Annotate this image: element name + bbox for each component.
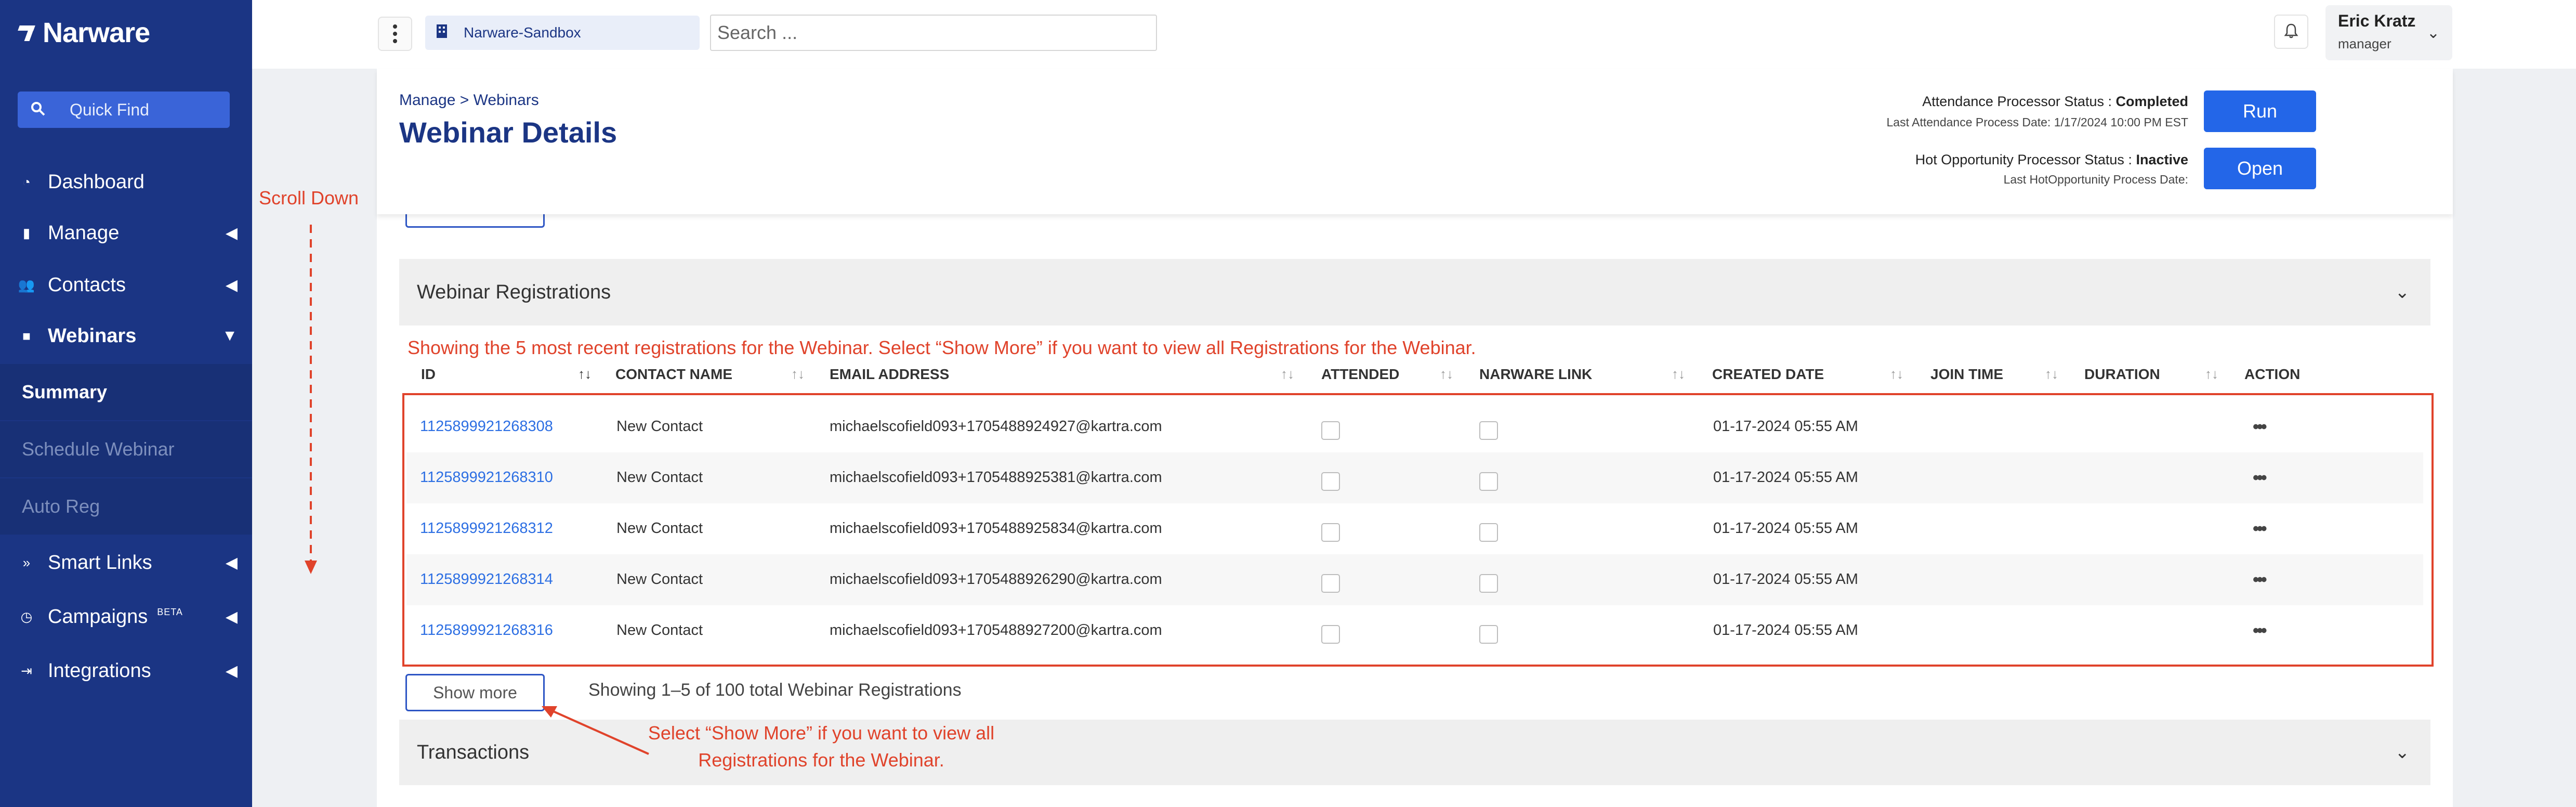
chevron-down-icon: ▼	[222, 327, 238, 344]
last-attendance-date: Last Attendance Process Date: 1/17/2024 …	[1886, 115, 2188, 129]
sign-in-icon: ⇥	[21, 662, 32, 679]
registrations-count: Showing 1–5 of 100 total Webinar Registr…	[588, 680, 962, 700]
webinar-registrations-header[interactable]: Webinar Registrations ⌄	[399, 259, 2430, 326]
sort-icon[interactable]: ↑↓	[2205, 366, 2218, 382]
more-menu-button[interactable]	[378, 17, 412, 51]
sidebar-item-label: Contacts	[48, 274, 126, 296]
logo-mark-icon	[16, 22, 36, 43]
chevron-left-icon: ◀	[225, 608, 238, 626]
sort-icon[interactable]: ↑↓	[578, 366, 592, 382]
column-header-contact-name[interactable]: CONTACT NAME	[615, 366, 732, 383]
double-chevron-icon: »	[22, 554, 31, 570]
notifications-button[interactable]	[2274, 15, 2308, 49]
highlight-box	[402, 393, 2434, 667]
quick-find-button[interactable]: Quick Find	[18, 92, 230, 128]
hot-status-label: Hot Opportunity Processor Status :	[1915, 152, 2132, 167]
chevron-down-icon: ⌄	[2395, 743, 2410, 762]
sidebar-item-label: Smart Links	[48, 551, 152, 574]
user-menu[interactable]: Eric Kratz manager ⌄	[2325, 5, 2452, 60]
chevron-left-icon: ◀	[225, 224, 238, 242]
column-header-duration[interactable]: DURATION	[2084, 366, 2160, 383]
sidebar-sub-schedule-webinar[interactable]: Schedule Webinar	[0, 421, 252, 477]
sidebar-item-dashboard[interactable]: ◔ Dashboard	[0, 158, 252, 206]
scroll-down-arrow	[305, 225, 317, 574]
breadcrumb[interactable]: Manage > Webinars	[399, 92, 539, 109]
last-hot-opportunity-date: Last HotOpportunity Process Date:	[2003, 173, 2188, 186]
sort-icon[interactable]: ↑↓	[791, 366, 805, 382]
bell-icon	[2284, 23, 2298, 41]
sidebar-sub-auto-reg[interactable]: Auto Reg	[0, 478, 252, 535]
registrations-notice: Showing the 5 most recent registrations …	[408, 337, 1476, 358]
webinar-header-panel	[377, 69, 2453, 214]
sort-icon[interactable]: ↑↓	[1672, 366, 1685, 382]
sidebar-item-label: Integrations	[48, 659, 151, 682]
sidebar-item-label: Webinars	[48, 324, 137, 347]
attendance-status-label: Attendance Processor Status :	[1922, 94, 2112, 109]
sidebar: Narware Quick Find ◔ Dashboard ▮ Manage …	[0, 0, 252, 807]
sort-icon[interactable]: ↑↓	[2045, 366, 2058, 382]
sidebar-item-label: Campaigns	[48, 605, 148, 628]
kebab-icon	[393, 24, 397, 29]
column-header-narware-link[interactable]: NARWARE LINK	[1479, 366, 1592, 383]
section-title: Transactions	[417, 741, 530, 763]
sidebar-sub-label: Summary	[22, 381, 108, 402]
show-more-annotation: Select “Show More” if you want to view a…	[648, 722, 995, 771]
show-more-button[interactable]: Show more	[405, 674, 545, 711]
sort-icon[interactable]: ↑↓	[1440, 366, 1453, 382]
tenant-selector[interactable]: Narware-Sandbox	[425, 16, 700, 50]
search-input[interactable]	[710, 15, 1157, 51]
attendance-status: Attendance Processor Status : Completed	[1922, 94, 2188, 110]
column-header-created-date[interactable]: CREATED DATE	[1712, 366, 1824, 383]
hot-opportunity-status: Hot Opportunity Processor Status : Inact…	[1915, 152, 2188, 168]
column-header-action: ACTION	[2244, 366, 2301, 382]
sidebar-item-contacts[interactable]: 👥 Contacts ◀	[0, 261, 252, 309]
chevron-left-icon: ◀	[225, 554, 238, 571]
sidebar-item-label: Manage	[48, 222, 120, 244]
chevron-down-icon: ⌄	[2395, 282, 2410, 302]
kebab-dot	[393, 39, 397, 43]
hot-status-value: Inactive	[2136, 152, 2188, 167]
sidebar-item-campaigns[interactable]: ◷ Campaigns BETA ◀	[0, 593, 252, 641]
column-header-email[interactable]: EMAIL ADDRESS	[830, 366, 949, 383]
search-icon	[30, 101, 46, 119]
column-header-id[interactable]: ID	[421, 366, 436, 383]
sidebar-item-smart-links[interactable]: » Smart Links ◀	[0, 539, 252, 587]
table-header: ID ↑↓ CONTACT NAME ↑↓ EMAIL ADDRESS ↑↓ A…	[406, 366, 2423, 389]
gauge-icon: ◔	[22, 174, 31, 190]
sidebar-sub-label: Schedule Webinar	[22, 438, 175, 460]
chevron-left-icon: ◀	[225, 276, 238, 294]
scroll-down-annotation: Scroll Down	[259, 187, 359, 209]
sidebar-item-integrations[interactable]: ⇥ Integrations ◀	[0, 647, 252, 695]
sidebar-item-label: Dashboard	[48, 171, 144, 193]
sidebar-sub-summary[interactable]: Summary	[0, 364, 252, 420]
page-title: Webinar Details	[399, 116, 617, 149]
quick-find-label: Quick Find	[70, 100, 149, 119]
sidebar-item-manage[interactable]: ▮ Manage ◀	[0, 209, 252, 257]
building-icon	[436, 23, 448, 43]
column-header-attended[interactable]: ATTENDED	[1321, 366, 1399, 383]
logo-text: Narware	[43, 17, 150, 48]
sort-icon[interactable]: ↑↓	[1890, 366, 1903, 382]
kebab-dot	[393, 32, 397, 36]
sidebar-item-webinars[interactable]: ■ Webinars ▼	[0, 312, 252, 360]
sort-icon[interactable]: ↑↓	[1281, 366, 1294, 382]
sidebar-sub-label: Auto Reg	[22, 496, 100, 517]
chevron-down-icon: ⌄	[2426, 24, 2440, 42]
open-button[interactable]: Open	[2204, 148, 2316, 189]
clock-icon: ◷	[20, 608, 33, 624]
video-icon: ■	[22, 328, 31, 344]
section-title: Webinar Registrations	[417, 281, 611, 303]
tenant-name: Narware-Sandbox	[464, 24, 581, 41]
run-button[interactable]: Run	[2204, 90, 2316, 132]
column-header-join-time[interactable]: JOIN TIME	[1930, 366, 2003, 383]
narware-logo[interactable]: Narware	[16, 17, 150, 49]
building-icon: ▮	[22, 225, 31, 241]
users-icon: 👥	[18, 277, 35, 293]
beta-badge: BETA	[157, 606, 183, 617]
attendance-status-value: Completed	[2115, 94, 2188, 109]
chevron-left-icon: ◀	[225, 662, 238, 680]
